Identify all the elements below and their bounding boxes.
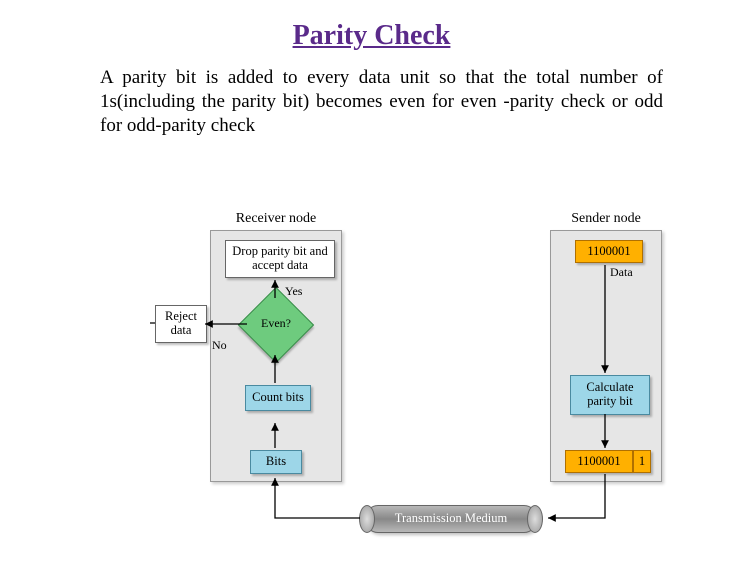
sender-node-label: Sender node (551, 211, 661, 227)
transmission-medium-cylinder: Transmission Medium (365, 505, 537, 533)
calc-parity-box: Calculate parity bit (570, 375, 650, 415)
receiver-node-label: Receiver node (211, 211, 341, 227)
sender-data-value-box: 1100001 (575, 240, 643, 263)
page-title: Parity Check (0, 20, 743, 52)
parity-diagram: Receiver node Sender node Drop parity bi… (150, 210, 670, 560)
reject-data-box: Reject data (155, 305, 207, 343)
sender-out-value-box: 1100001 (565, 450, 633, 473)
description-text: A parity bit is added to every data unit… (100, 66, 663, 137)
no-label: No (212, 338, 227, 353)
transmission-medium-label: Transmission Medium (366, 511, 536, 526)
yes-label: Yes (285, 284, 302, 299)
even-decision-label: Even? (258, 316, 294, 331)
bits-box: Bits (250, 450, 302, 474)
sender-data-label: Data (610, 265, 633, 280)
count-bits-box: Count bits (245, 385, 311, 411)
sender-out-parity-box: 1 (633, 450, 651, 473)
drop-parity-box: Drop parity bit and accept data (225, 240, 335, 278)
sender-node-box: Sender node (550, 230, 662, 482)
